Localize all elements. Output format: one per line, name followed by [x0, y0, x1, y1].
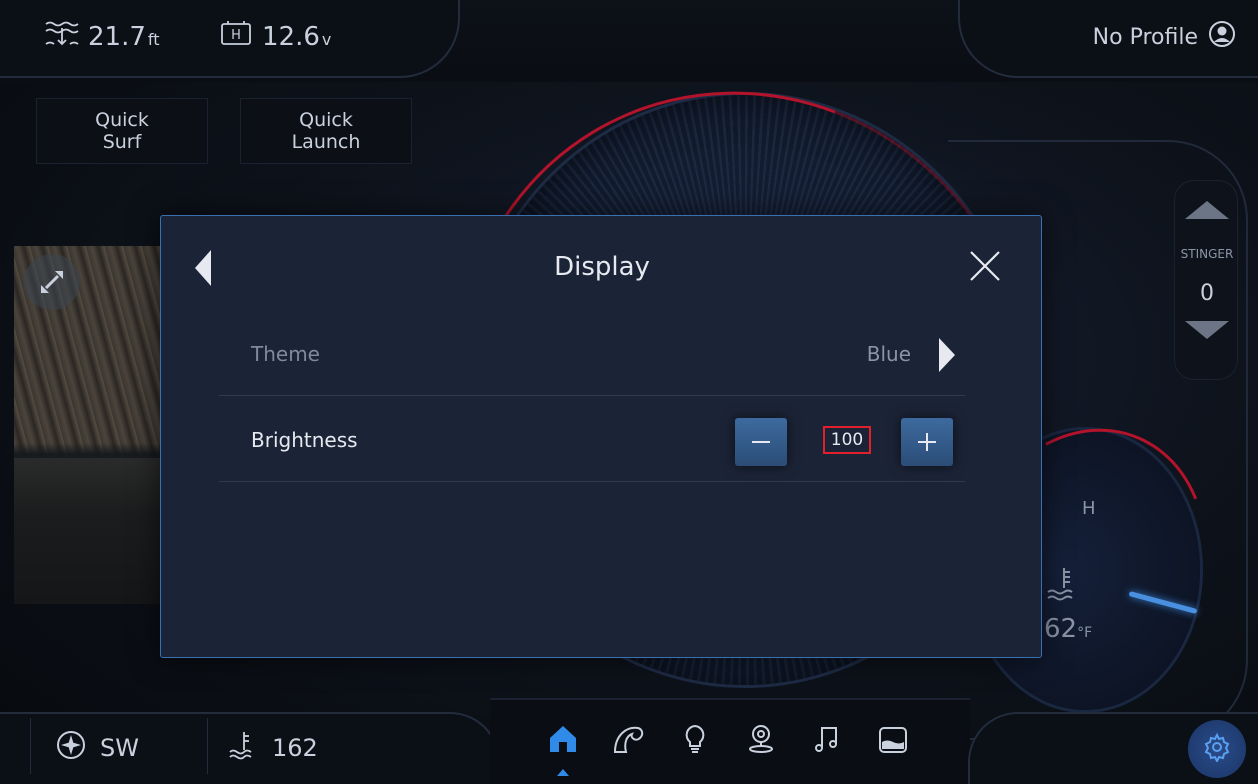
- location-pin-icon: [744, 722, 778, 760]
- battery-unit: v: [321, 29, 332, 49]
- nav-ballast[interactable]: [870, 718, 916, 764]
- wave-icon: [612, 722, 646, 760]
- screen: H 62°F 21.7 ft H 12.6 v No Profile Quick…: [0, 0, 1258, 784]
- nav-lights[interactable]: [672, 718, 718, 764]
- theme-label: Theme: [251, 342, 320, 366]
- battery-stat: H 12.6 v: [218, 18, 331, 55]
- theme-next-button[interactable]: [935, 336, 959, 374]
- heading-stat: SW: [56, 730, 139, 766]
- heading-value: SW: [100, 734, 139, 762]
- close-button[interactable]: [965, 246, 1005, 286]
- nav-music[interactable]: [804, 718, 850, 764]
- water-temp-stat: 162: [228, 730, 318, 766]
- gear-icon: [1202, 732, 1232, 766]
- brightness-row: Brightness 100: [219, 396, 965, 482]
- temp-hot-label: H: [1082, 498, 1096, 519]
- svg-text:H: H: [231, 28, 241, 43]
- nav-wave[interactable]: [606, 718, 652, 764]
- water-temp-value: 162: [272, 734, 318, 762]
- camera-feed[interactable]: [14, 246, 164, 604]
- stinger-control: STINGER 0: [1174, 180, 1238, 380]
- quick-surf-line1: Quick: [95, 109, 149, 131]
- bottom-nav: [540, 718, 916, 776]
- coolant-temp-icon: [1046, 566, 1078, 602]
- battery-icon: H: [218, 18, 254, 55]
- settings-button[interactable]: [1188, 720, 1246, 778]
- stinger-label: STINGER: [1180, 247, 1234, 261]
- battery-value: 12.6: [262, 21, 320, 52]
- compass-icon: [56, 730, 86, 766]
- engine-temp-value: 62: [1044, 614, 1078, 644]
- brightness-decrease-button[interactable]: [735, 418, 787, 466]
- plus-icon: [918, 433, 936, 451]
- nav-home[interactable]: [540, 718, 586, 776]
- chevron-right-icon: [939, 338, 955, 372]
- stinger-up-icon[interactable]: [1185, 201, 1229, 219]
- quick-launch-line1: Quick: [299, 109, 353, 131]
- home-icon: [546, 722, 580, 760]
- theme-value: Blue: [866, 342, 911, 366]
- bottom-bar: SW 162: [0, 690, 1258, 784]
- engine-temp-readout: 62°F: [1044, 614, 1092, 644]
- dialog-title: Display: [554, 252, 650, 282]
- depth-unit: ft: [147, 29, 160, 49]
- depth-icon: [44, 18, 80, 55]
- display-settings-dialog: Display Theme Blue Brightness 100: [160, 215, 1042, 658]
- ballast-tank-icon: [876, 722, 910, 760]
- brightness-label: Brightness: [251, 428, 358, 452]
- stinger-value: 0: [1200, 281, 1214, 306]
- music-note-icon: [810, 722, 844, 760]
- top-status-bar: 21.7 ft H 12.6 v No Profile: [0, 0, 1258, 82]
- profile-selector[interactable]: No Profile: [1093, 20, 1236, 54]
- minus-icon: [752, 441, 770, 443]
- brightness-increase-button[interactable]: [901, 418, 953, 466]
- quick-surf-button[interactable]: Quick Surf: [36, 98, 208, 164]
- expand-icon[interactable]: [24, 254, 80, 310]
- user-avatar-icon: [1208, 20, 1236, 54]
- nav-location[interactable]: [738, 718, 784, 764]
- stinger-down-icon[interactable]: [1185, 321, 1229, 339]
- depth-value: 21.7: [88, 21, 146, 52]
- light-bulb-icon: [678, 722, 712, 760]
- close-icon: [970, 251, 1000, 281]
- quick-surf-line2: Surf: [102, 131, 142, 153]
- profile-label: No Profile: [1092, 24, 1198, 50]
- water-temp-icon: [228, 730, 258, 766]
- theme-row[interactable]: Theme Blue: [219, 310, 965, 396]
- depth-stat: 21.7 ft: [44, 18, 160, 55]
- camera-water: [14, 458, 164, 604]
- quick-launch-line2: Launch: [291, 131, 361, 153]
- quick-launch-button[interactable]: Quick Launch: [240, 98, 412, 164]
- engine-temp-unit: °F: [1077, 625, 1093, 641]
- brightness-value[interactable]: 100: [823, 426, 871, 454]
